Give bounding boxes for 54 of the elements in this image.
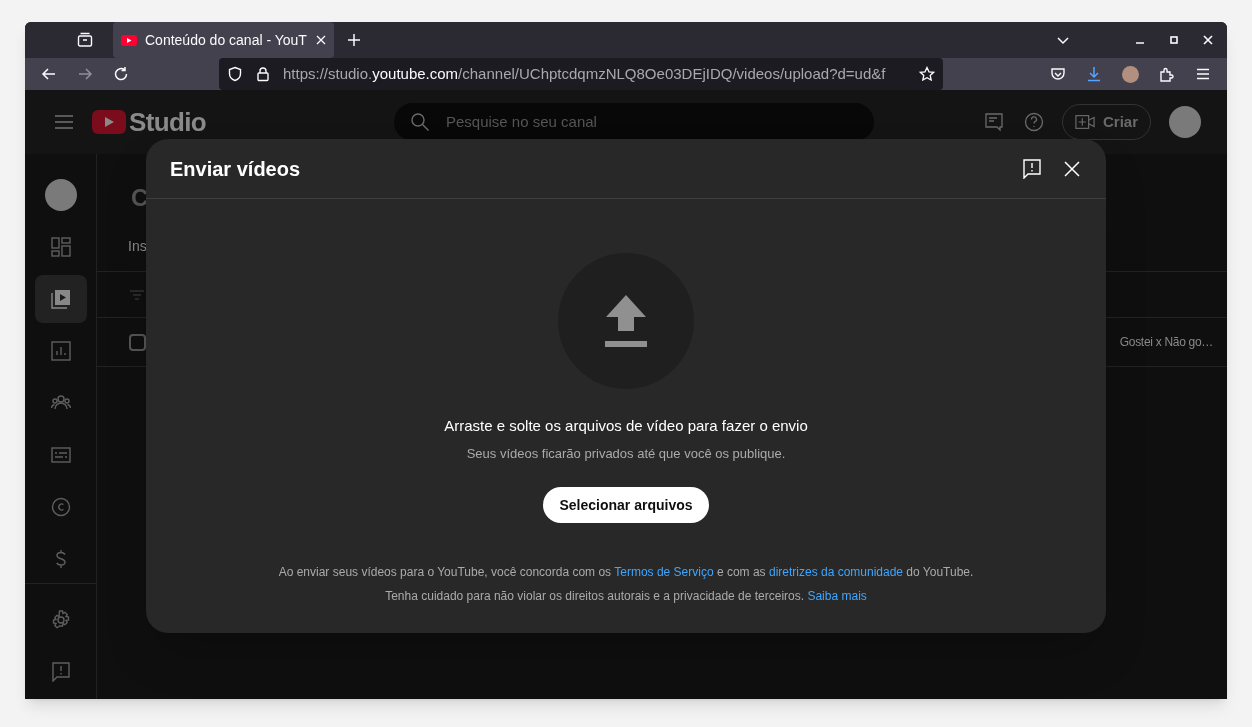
menu-icon[interactable]	[1195, 66, 1211, 82]
dialog-title: Enviar vídeos	[170, 156, 301, 182]
url-text: https://studio.youtube.com/channel/UChptcdqmzNLQ8Oe03DEjIDQ/videos/upload?d=ud&f	[283, 63, 886, 84]
bookmark-star-icon[interactable]	[919, 66, 935, 82]
logo-icon	[92, 110, 126, 134]
video-library-icon	[50, 289, 71, 309]
close-icon[interactable]	[1064, 160, 1080, 177]
tab-title: Conteúdo do canal - YouT	[145, 30, 308, 50]
terms-link[interactable]: Termos de Serviço	[614, 565, 714, 579]
terms-text: Tenha cuidado para não violar os direitos autorais e a privacidade de terceiros. Saiba mais	[385, 588, 867, 605]
sidebar-item[interactable]	[34, 275, 87, 323]
subtitles-icon	[50, 445, 71, 465]
reload-icon[interactable]	[113, 66, 129, 82]
terms-text: Ao enviar seus vídeos para o YouTube, você concorda com os Termos de Serviço e com as diretrizes da comunidade do YouTube.	[278, 564, 974, 581]
search-icon	[410, 112, 430, 132]
lock-icon[interactable]	[255, 66, 271, 82]
table-cell-text: Gostei x Não go…	[1119, 334, 1213, 351]
privacy-note: Seus vídeos ficarão privados até que você os publique.	[466, 444, 786, 463]
upload-icon	[605, 295, 647, 347]
address-bar[interactable]: https://studio.youtube.com/channel/UChptcdqmzNLQ8Oe03DEjIDQ/videos/upload?d=ud&f	[219, 58, 943, 90]
tab-list-icon[interactable]	[77, 32, 93, 48]
maximize-icon[interactable]	[1168, 34, 1180, 46]
profile-avatar[interactable]	[1122, 65, 1139, 83]
dashboard-icon	[50, 237, 71, 257]
extensions-icon[interactable]	[1159, 66, 1175, 82]
copyright-icon	[50, 497, 71, 517]
help-icon[interactable]	[1023, 112, 1044, 132]
bar-chart-icon	[50, 341, 71, 361]
comment-icon[interactable]	[983, 112, 1004, 132]
new-tab-icon[interactable]	[346, 32, 362, 48]
close-icon[interactable]	[316, 35, 326, 45]
feedback-icon	[50, 662, 71, 682]
download-icon[interactable]	[1086, 66, 1102, 82]
video-play-icon	[121, 34, 137, 46]
search-input[interactable]: Pesquise no seu canal	[446, 110, 858, 134]
channel-avatar[interactable]	[1169, 106, 1201, 138]
pocket-icon[interactable]	[1050, 66, 1066, 82]
back-icon[interactable]	[41, 66, 57, 82]
logo-text: Studio	[129, 109, 206, 135]
settings-icon	[50, 610, 71, 630]
terms-link[interactable]: Saiba mais	[807, 589, 867, 603]
search-field[interactable]: Pesquise no seu canal	[394, 103, 874, 141]
forward-icon[interactable]	[77, 66, 93, 82]
video-plus-icon	[1074, 114, 1095, 130]
close-icon[interactable]	[1202, 34, 1214, 46]
content-tab[interactable]: Ins	[128, 236, 147, 257]
page-heading: C	[131, 183, 150, 213]
browser-tab[interactable]: Conteúdo do canal - YouT	[113, 22, 334, 58]
terms-link[interactable]: diretrizes da comunidade	[768, 565, 904, 579]
shield-icon[interactable]	[227, 66, 243, 82]
select-files-button[interactable]: Selecionar arquivos	[543, 487, 709, 523]
feedback-icon[interactable]	[1023, 158, 1041, 179]
channel-avatar[interactable]	[44, 179, 77, 211]
drop-instruction: Arraste e solte os arquivos de vídeo para fazer o envio	[444, 416, 808, 436]
